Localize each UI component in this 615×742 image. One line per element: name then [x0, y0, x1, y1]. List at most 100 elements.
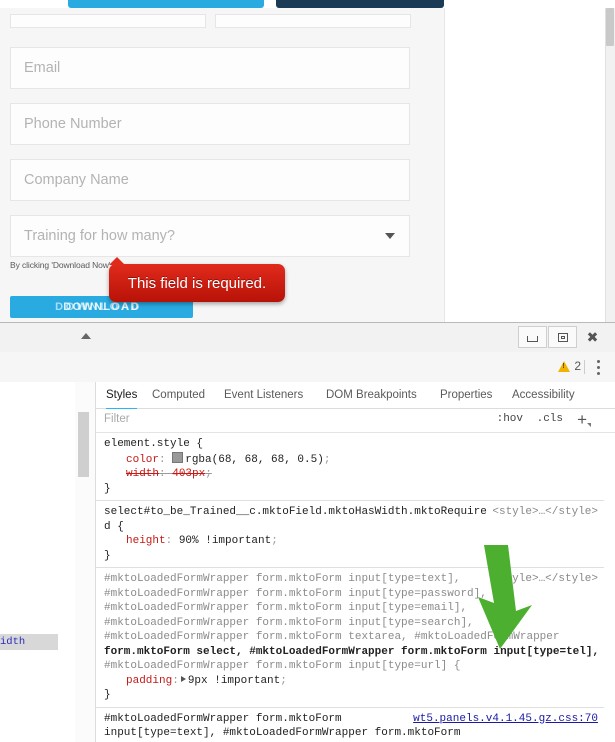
declaration-width[interactable]: width: 403px; — [104, 467, 604, 482]
rule-close-brace: } — [104, 549, 111, 562]
declaration-color[interactable]: color: rgba(68, 68, 68, 0.5); — [104, 451, 604, 468]
rule-selector[interactable]: select#to_be_Trained__c.mktoField.mktoHa… — [104, 506, 487, 518]
rule-source-link[interactable]: <style>…</style> — [492, 505, 598, 520]
css-rule-element-style[interactable]: element.style { color: rgba(68, 68, 68, … — [96, 433, 604, 501]
first-name-field-cut[interactable] — [10, 14, 206, 28]
rule-selector-line[interactable]: #mktoLoadedFormWrapper form.mktoForm inp… — [104, 659, 604, 674]
cls-toggle-button[interactable]: .cls — [537, 413, 563, 425]
email-field[interactable]: Email — [10, 47, 410, 89]
styles-pane: Styles Computed Event Listeners DOM Brea… — [96, 382, 615, 742]
rule-close-brace: } — [104, 482, 111, 495]
new-style-rule-corner-icon — [587, 423, 591, 427]
tab-event-listeners[interactable]: Event Listeners — [224, 382, 303, 408]
declaration-property[interactable]: height — [126, 535, 166, 547]
rule-selector-line[interactable]: #mktoLoadedFormWrapper form.mktoForm inp… — [104, 573, 460, 585]
rule-source-link[interactable]: <style>…</style> — [492, 572, 598, 587]
warning-count: 2 — [574, 359, 581, 373]
css-rule-select-to-be-trained[interactable]: <style>…</style> select#to_be_Trained__c… — [96, 501, 604, 568]
rule-selector-line[interactable]: #mktoLoadedFormWrapper form.mktoForm tex… — [104, 630, 604, 645]
toolbar-separator — [584, 360, 585, 374]
kebab-menu-icon[interactable] — [591, 360, 605, 375]
tab-properties[interactable]: Properties — [440, 382, 492, 408]
collapse-triangle-icon[interactable] — [81, 333, 91, 339]
css-rule-wt5-panels[interactable]: wt5.panels.v4.1.45.gz.css:70 #mktoLoaded… — [96, 708, 604, 742]
tab-styles[interactable]: Styles — [106, 382, 138, 410]
rule-selector-line[interactable]: #mktoLoadedFormWrapper form.mktoForm inp… — [104, 601, 604, 616]
rule-selector-row[interactable]: <style>…</style> select#to_be_Trained__c… — [104, 505, 604, 520]
rule-selector-line[interactable]: #mktoLoadedFormWrapper form.mktoForm — [104, 713, 342, 725]
rule-selector-row[interactable]: wt5.panels.v4.1.45.gz.css:70 #mktoLoaded… — [104, 712, 604, 727]
devtools-toolbar: 2 — [0, 352, 615, 383]
css-rules-list: element.style { color: rgba(68, 68, 68, … — [96, 433, 604, 742]
styles-pane-tabs: Styles Computed Event Listeners DOM Brea… — [96, 382, 615, 410]
color-swatch-icon[interactable] — [172, 451, 184, 463]
legal-disclaimer-text: By clicking 'Download Now' — [10, 260, 111, 270]
web-page-region: Email Phone Number Company Name Training… — [0, 0, 615, 322]
tab-dom-breakpoints-label: DOM Breakpoints — [326, 389, 417, 401]
declaration-padding[interactable]: padding: 9px !important; — [104, 674, 604, 689]
declaration-property[interactable]: width — [126, 468, 159, 480]
tab-accessibility-label: Accessibility — [512, 389, 575, 401]
cta-button-strip — [0, 0, 615, 8]
warning-badge[interactable]: 2 — [558, 359, 581, 373]
maximize-icon — [557, 332, 568, 342]
declaration-value[interactable]: 90% !important — [179, 535, 271, 547]
declaration-property[interactable]: color — [126, 454, 159, 466]
rule-selector-row[interactable]: <style>…</style> #mktoLoadedFormWrapper … — [104, 572, 604, 587]
declaration-value[interactable]: 9px !important — [188, 675, 280, 687]
download-button-label-ghost: DOWNLOAD — [55, 301, 142, 313]
warning-triangle-icon — [558, 360, 571, 372]
styles-filter-bar: Filter :hov .cls + — [96, 409, 615, 433]
declaration-height[interactable]: height: 90% !important; — [104, 534, 604, 549]
new-style-rule-button[interactable]: + — [577, 410, 587, 430]
rule-selector-line[interactable]: #mktoLoadedFormWrapper form.mktoForm inp… — [104, 587, 604, 602]
filter-input[interactable]: Filter — [104, 413, 130, 425]
css-rule-mkto-form-inputs[interactable]: <style>…</style> #mktoLoadedFormWrapper … — [96, 568, 604, 708]
rule-selector[interactable]: element.style { — [104, 437, 604, 452]
primary-cta-button[interactable] — [68, 0, 264, 8]
phone-number-placeholder: Phone Number — [24, 116, 122, 132]
tab-computed-label: Computed — [152, 389, 206, 401]
rule-selector-line[interactable]: input[type=text], #mktoLoadedFormWrapper… — [104, 726, 604, 741]
devtools-titlebar: ✖ — [0, 322, 615, 354]
company-name-placeholder: Company Name — [24, 172, 129, 188]
rule-source-link[interactable]: wt5.panels.v4.1.45.gz.css:70 — [413, 712, 598, 727]
training-count-placeholder: Training for how many? — [24, 228, 175, 244]
dom-pane-scrollbar-thumb[interactable] — [78, 412, 89, 477]
rule-selector-line[interactable]: #mktoLoadedFormWrapper form.mktoForm inp… — [104, 616, 604, 631]
minimize-button[interactable] — [518, 326, 547, 348]
devtools-window: ✖ 2 idth Styles Computed Event Listeners… — [0, 322, 615, 742]
phone-number-field[interactable]: Phone Number — [10, 103, 410, 145]
secondary-cta-button[interactable] — [276, 0, 444, 8]
tab-accessibility[interactable]: Accessibility — [512, 382, 575, 408]
page-right-whitespace — [444, 8, 605, 322]
dom-node-text: idth — [0, 636, 26, 648]
rule-close-brace: } — [104, 689, 111, 701]
declaration-value[interactable]: rgba(68, 68, 68, 0.5) — [185, 454, 324, 466]
page-scrollbar-track[interactable] — [605, 8, 615, 322]
last-name-field-cut[interactable] — [215, 14, 411, 28]
rule-selector-line2[interactable]: d { — [104, 520, 604, 535]
chevron-down-icon — [385, 233, 395, 239]
tab-event-listeners-label: Event Listeners — [224, 389, 304, 401]
tab-dom-breakpoints[interactable]: DOM Breakpoints — [326, 382, 417, 408]
tab-styles-label: Styles — [106, 389, 138, 401]
declaration-value[interactable]: 403px — [172, 468, 205, 480]
company-name-field[interactable]: Company Name — [10, 159, 410, 201]
dom-tree-pane[interactable]: idth — [0, 382, 76, 742]
training-count-select[interactable]: Training for how many? — [10, 215, 410, 257]
validation-tooltip: This field is required. — [109, 257, 285, 302]
tab-computed[interactable]: Computed — [152, 382, 205, 408]
expand-triangle-icon[interactable] — [180, 675, 186, 682]
tooltip-arrow-icon — [109, 257, 125, 265]
minimize-icon — [527, 335, 538, 342]
page-scrollbar-thumb[interactable] — [606, 8, 614, 46]
tab-properties-label: Properties — [440, 389, 493, 401]
maximize-button[interactable] — [548, 326, 577, 348]
dom-selected-node[interactable]: idth — [0, 634, 58, 650]
hov-toggle-button[interactable]: :hov — [497, 413, 523, 425]
validation-tooltip-text: This field is required. — [127, 274, 267, 292]
declaration-property[interactable]: padding — [126, 675, 172, 687]
rule-selector-line[interactable]: form.mktoForm select, #mktoLoadedFormWra… — [104, 645, 604, 660]
close-button[interactable]: ✖ — [578, 326, 607, 348]
